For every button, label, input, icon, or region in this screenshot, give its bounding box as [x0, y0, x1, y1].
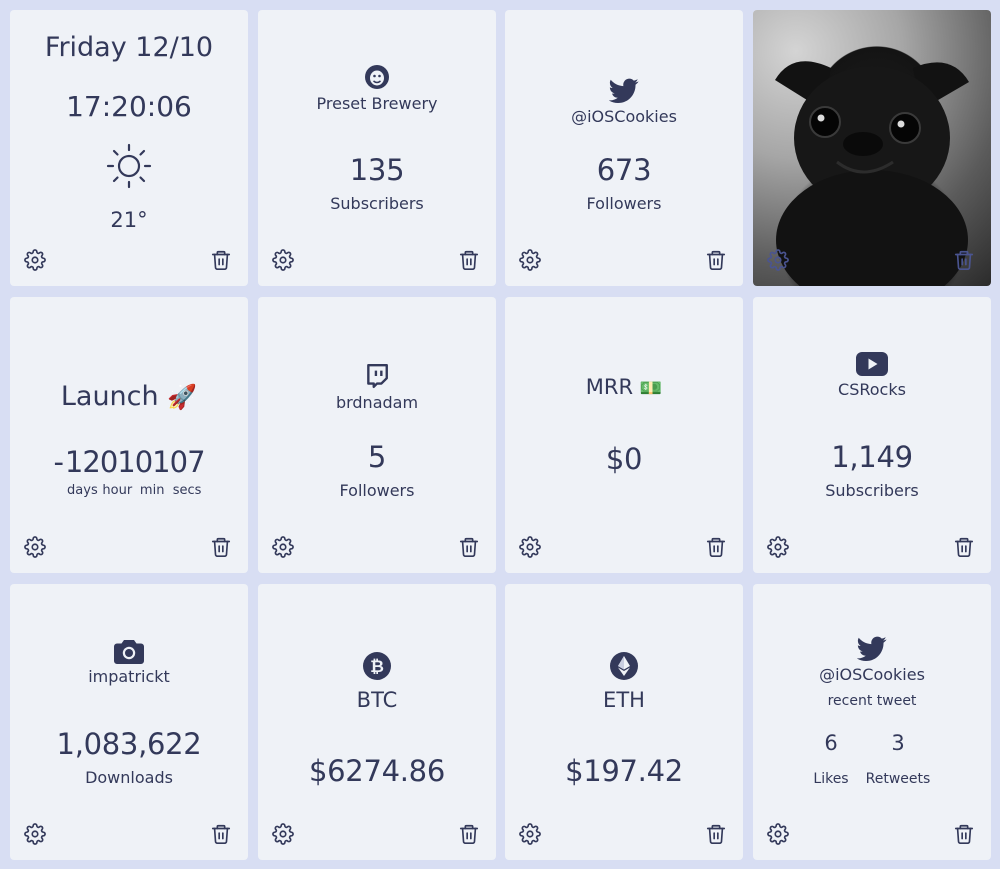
clock-weather-card: Friday 12/10 17:20:06 21° [10, 10, 248, 286]
mailchimp-name: Preset Brewery [316, 94, 438, 113]
sun-icon [10, 142, 248, 190]
gear-icon[interactable] [766, 248, 790, 272]
youtube-icon [753, 352, 991, 376]
rocket-icon: 🚀 [167, 383, 198, 411]
trash-icon[interactable] [952, 822, 976, 846]
countdown-sign: - [53, 445, 64, 479]
secs-label: secs [172, 483, 202, 498]
btc-symbol: BTC [356, 688, 398, 712]
gear-icon[interactable] [518, 822, 542, 846]
trash-icon[interactable] [457, 535, 481, 559]
secs-value: 07 [169, 445, 206, 479]
mrr-title-text: MRR [585, 375, 634, 399]
camera-icon [10, 638, 248, 664]
gear-icon[interactable] [271, 248, 295, 272]
mrr-value: $0 [605, 442, 643, 476]
svg-text:₿: ₿ [370, 657, 384, 677]
trash-icon[interactable] [704, 248, 728, 272]
twitch-icon [258, 363, 496, 389]
money-icon: 💵 [639, 378, 663, 399]
trash-icon[interactable] [704, 535, 728, 559]
gear-icon[interactable] [518, 248, 542, 272]
likes-stat: 6 Likes [804, 731, 858, 787]
eth-symbol: ETH [603, 688, 645, 712]
subscribers-count: 1,149 [831, 440, 913, 474]
followers-count: 673 [596, 153, 652, 187]
days-value: 12 [64, 445, 101, 479]
trash-icon[interactable] [952, 535, 976, 559]
min-label: min [139, 483, 165, 498]
followers-label: Followers [339, 481, 415, 500]
subscribers-label: Subscribers [330, 194, 424, 213]
retweets-count: 3 [891, 731, 905, 755]
gear-icon[interactable] [271, 535, 295, 559]
twitch-card: brdnadam 5 Followers [258, 297, 496, 573]
likes-count: 6 [824, 731, 838, 755]
launch-countdown-card: Launch 🚀 - 12 days 01 hour 01 min 07 sec… [10, 297, 248, 573]
min-value: 01 [134, 445, 171, 479]
temperature-label: 21° [110, 208, 148, 232]
twitter-handle: @iOSCookies [571, 107, 677, 126]
mrr-title: MRR 💵 [505, 375, 743, 399]
gear-icon[interactable] [23, 535, 47, 559]
countdown-hour: 01 hour [99, 445, 136, 498]
gear-icon[interactable] [766, 822, 790, 846]
twitter-bird-icon [753, 636, 991, 662]
retweets-stat: 3 Retweets [861, 731, 935, 787]
retweets-label: Retweets [865, 771, 931, 787]
twitter-followers-card: @iOSCookies 673 Followers [505, 10, 743, 286]
recent-tweet-caption: recent tweet [827, 693, 917, 709]
downloads-count: 1,083,622 [56, 727, 202, 761]
youtube-card: CSRocks 1,149 Subscribers [753, 297, 991, 573]
date-label: Friday 12/10 [44, 32, 214, 63]
ethereum-icon [505, 651, 743, 681]
trash-icon[interactable] [457, 822, 481, 846]
gear-icon[interactable] [766, 535, 790, 559]
likes-label: Likes [813, 771, 849, 787]
trash-icon[interactable] [209, 822, 233, 846]
subscribers-count: 135 [349, 153, 405, 187]
followers-count: 5 [367, 440, 387, 474]
downloads-label: Downloads [85, 768, 173, 787]
gear-icon[interactable] [23, 822, 47, 846]
subscribers-label: Subscribers [825, 481, 919, 500]
btc-price: $6274.86 [309, 754, 445, 788]
twitch-name: brdnadam [335, 393, 419, 412]
trash-icon[interactable] [209, 248, 233, 272]
eth-price: $197.42 [565, 754, 683, 788]
time-label: 17:20:06 [66, 90, 192, 123]
countdown: - 12 days 01 hour 01 min 07 secs [10, 445, 248, 498]
days-label: days [67, 483, 98, 498]
gear-icon[interactable] [271, 822, 295, 846]
btc-card: ₿ BTC $6274.86 [258, 584, 496, 860]
photo-card [753, 10, 991, 286]
twitter-handle: @iOSCookies [819, 665, 925, 684]
trash-icon[interactable] [209, 535, 233, 559]
launch-title: Launch 🚀 [10, 381, 248, 412]
trash-icon[interactable] [457, 248, 481, 272]
gear-icon[interactable] [23, 248, 47, 272]
mailchimp-icon [258, 64, 496, 90]
bitcoin-icon: ₿ [258, 651, 496, 681]
youtube-channel-name: CSRocks [838, 380, 906, 399]
gear-icon[interactable] [518, 535, 542, 559]
followers-label: Followers [586, 194, 662, 213]
mailchimp-card: Preset Brewery 135 Subscribers [258, 10, 496, 286]
launch-title-text: Launch [60, 381, 159, 412]
hour-value: 01 [99, 445, 136, 479]
instagram-card: impatrickt 1,083,622 Downloads [10, 584, 248, 860]
countdown-secs: 07 secs [169, 445, 206, 498]
twitter-bird-icon [505, 78, 743, 104]
instagram-username: impatrickt [88, 667, 170, 686]
black-pug-photo [753, 10, 991, 286]
countdown-days: 12 days [64, 445, 101, 498]
eth-card: ETH $197.42 [505, 584, 743, 860]
countdown-min: 01 min [134, 445, 171, 498]
trash-icon[interactable] [704, 822, 728, 846]
trash-icon[interactable] [952, 248, 976, 272]
recent-tweet-card: @iOSCookies recent tweet 6 Likes 3 Retwe… [753, 584, 991, 860]
hour-label: hour [102, 483, 133, 498]
mrr-card: MRR 💵 $0 [505, 297, 743, 573]
